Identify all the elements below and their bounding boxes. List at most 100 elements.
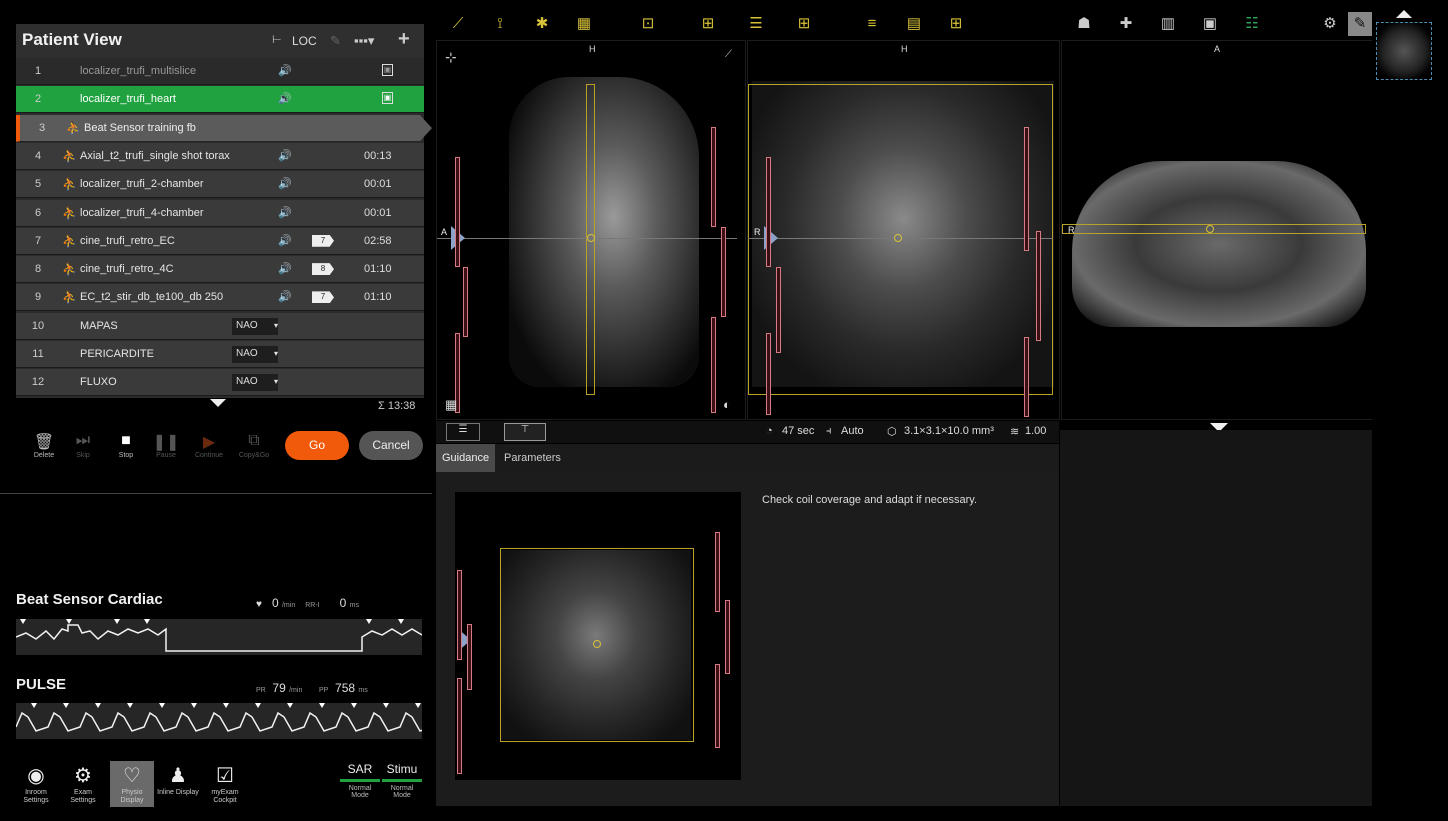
sat-band[interactable] [1036, 231, 1041, 341]
more-menu-icon[interactable]: ▪▪▪▾ [354, 33, 374, 49]
person-icon: ⛹ [62, 177, 77, 192]
center-marker[interactable] [587, 234, 595, 242]
center-marker[interactable] [1206, 225, 1214, 233]
pause-button[interactable]: ❚❚ Pause [146, 432, 186, 459]
sat-band[interactable] [463, 267, 468, 337]
continue-button[interactable]: ▶ Continue [189, 432, 229, 459]
sat-band[interactable] [1024, 337, 1029, 417]
pulse-trigger-mark [95, 703, 101, 708]
ruler-icon[interactable]: ⟋ [446, 12, 470, 36]
row-select[interactable]: NAO [232, 374, 278, 392]
speaker-icon: 🔊 [278, 149, 292, 162]
slab-icon[interactable]: ▦ [572, 12, 596, 36]
sat-band[interactable] [711, 127, 716, 227]
protocol-row[interactable]: 11 PERICARDITE NAO ▾ [16, 341, 424, 368]
pin-tool-icon[interactable]: ✎ [1348, 12, 1372, 36]
stop-button[interactable]: ■ Stop [106, 432, 146, 459]
navigate-icon[interactable]: ⊹ [445, 49, 457, 66]
row-number: 6 [34, 206, 42, 219]
guidance-tabs: Guidance Parameters [436, 444, 1059, 472]
delete-button[interactable]: 🗑 Delete [24, 432, 64, 459]
clock-icon: ◔ [766, 425, 773, 437]
series-thumbnail[interactable] [1376, 22, 1432, 80]
pulse-trigger-mark [63, 703, 69, 708]
protocol-row[interactable]: 1 localizer_trufi_multislice 🔊 ▣ [16, 58, 424, 85]
align-lines-icon[interactable]: ≡ [860, 12, 884, 36]
protocol-row[interactable]: 2 localizer_trufi_heart 🔊 ▣ [16, 86, 424, 114]
stack-small-icon[interactable]: ▦ [445, 397, 457, 413]
person-icon: ⛹ [62, 148, 77, 163]
protocol-row[interactable]: 10 MAPAS NAO ▾ [16, 312, 424, 340]
cancel-button[interactable]: Cancel [359, 431, 423, 460]
exam-settings-button[interactable]: ⚙ Exam Settings [61, 763, 105, 805]
protocol-row[interactable]: 9 ⛹ EC_t2_stir_db_te100_db 250 🔊 7 01:10 [16, 284, 424, 312]
add-slice-bottom-icon[interactable]: ⊞ [792, 12, 816, 36]
body-icon[interactable]: ☗ [1072, 12, 1096, 36]
pulse-trigger-mark [127, 703, 133, 708]
expand-arrow-icon[interactable] [210, 399, 226, 407]
scroll-up-icon[interactable] [1396, 10, 1412, 18]
guidance-text: Check coil coverage and adapt if necessa… [762, 494, 978, 506]
protocol-row[interactable]: 7 ⛹ cine_trufi_retro_EC 🔊 7 02:58 [16, 227, 424, 255]
graph-node-icon[interactable]: ⟟ [488, 12, 512, 36]
row-time: 00:01 [364, 206, 392, 219]
go-button[interactable]: Go [285, 431, 349, 460]
sat-band[interactable] [766, 333, 771, 415]
viewport-sagittal[interactable]: H ⊹ ⟋ A ◐ ▦ [436, 40, 746, 420]
settings-icon[interactable]: ⚙ [1318, 12, 1342, 36]
add-icon[interactable]: + [398, 28, 410, 51]
row-select[interactable]: NAO [232, 346, 278, 363]
loc-label[interactable]: LOC [292, 34, 317, 48]
sat-band[interactable] [711, 317, 716, 413]
copy-go-button[interactable]: ⧉ Copy&Go [234, 432, 274, 459]
protocol-row[interactable]: 8 ⛹ cine_trufi_retro_4C 🔊 8 01:10 [16, 256, 424, 284]
contrast-icon[interactable]: ◐ [723, 397, 731, 412]
person-icon: ⛹ [62, 205, 77, 220]
physio-display-button[interactable]: ♡ Physio Display [110, 761, 154, 807]
tab-guidance[interactable]: Guidance [436, 444, 496, 472]
guidance-sat-band [715, 532, 720, 612]
skip-button[interactable]: ⏭ Skip [63, 432, 103, 459]
sat-band[interactable] [721, 227, 726, 317]
add-slice-top-icon[interactable]: ⊞ [696, 12, 720, 36]
inline-display-button[interactable]: ♟ Inline Display [156, 763, 200, 797]
row-select[interactable]: NAO [232, 317, 278, 335]
auto-icon: ⫞ [826, 425, 832, 437]
sat-band[interactable] [455, 157, 460, 267]
beat-waveform-graph [15, 619, 423, 652]
row-number: 9 [34, 291, 42, 304]
ruler-scale-icon[interactable]: ⟋ [725, 49, 732, 60]
myexam-cockpit-button[interactable]: ☑ myExam Cockpit [203, 763, 247, 805]
slice-box[interactable] [1062, 224, 1366, 234]
center-marker[interactable] [894, 234, 902, 242]
sat-band[interactable] [1024, 127, 1029, 251]
protocol-row[interactable]: 12 FLUXO NAO ▾ [16, 369, 424, 397]
layout-2-icon[interactable]: ⊤ [504, 423, 546, 441]
loc-icon[interactable]: ⊢ [272, 33, 282, 46]
pin-icon[interactable]: ✎ [330, 33, 341, 49]
viewport-coronal[interactable]: H R [747, 40, 1060, 420]
slice-group-icon[interactable]: ▤ [902, 12, 926, 36]
guidance-sat-band [715, 664, 720, 748]
view-sagittal-icon[interactable]: ▥ [1156, 12, 1180, 36]
protocol-row[interactable]: 5 ⛹ localizer_trufi_2-chamber 🔊 00:01 [16, 171, 424, 199]
sat-band[interactable] [766, 157, 771, 267]
view-coronal-icon[interactable]: ▣ [1198, 12, 1222, 36]
protocol-row[interactable]: 6 ⛹ localizer_trufi_4-chamber 🔊 00:01 [16, 199, 424, 227]
star-icon[interactable]: ✱ [530, 12, 554, 36]
protocol-row[interactable]: 3 ⛹ Beat Sensor training fb [16, 114, 432, 142]
hr-unit: /min [281, 602, 296, 609]
inroom-settings-button[interactable]: ◉ Inroom Settings [14, 763, 58, 805]
position-box-icon[interactable]: ⊡ [636, 12, 660, 36]
protocol-row[interactable]: 4 ⛹ Axial_t2_trufi_single shot torax 🔊 00:13 [16, 142, 424, 170]
stack-icon[interactable]: ☷ [1240, 12, 1264, 36]
sar-bar [340, 779, 380, 782]
tab-parameters[interactable]: Parameters [498, 444, 567, 472]
viewport-axial[interactable]: A R [1061, 40, 1373, 432]
layout-1-icon[interactable]: ☰ [446, 423, 480, 441]
sat-band[interactable] [776, 267, 781, 353]
grid-box-icon[interactable]: ⊞ [944, 12, 968, 36]
row-time: 01:10 [364, 263, 392, 276]
cross-icon[interactable]: ✚ [1114, 12, 1138, 36]
add-slice-mid-icon[interactable]: ☰ [744, 12, 768, 36]
